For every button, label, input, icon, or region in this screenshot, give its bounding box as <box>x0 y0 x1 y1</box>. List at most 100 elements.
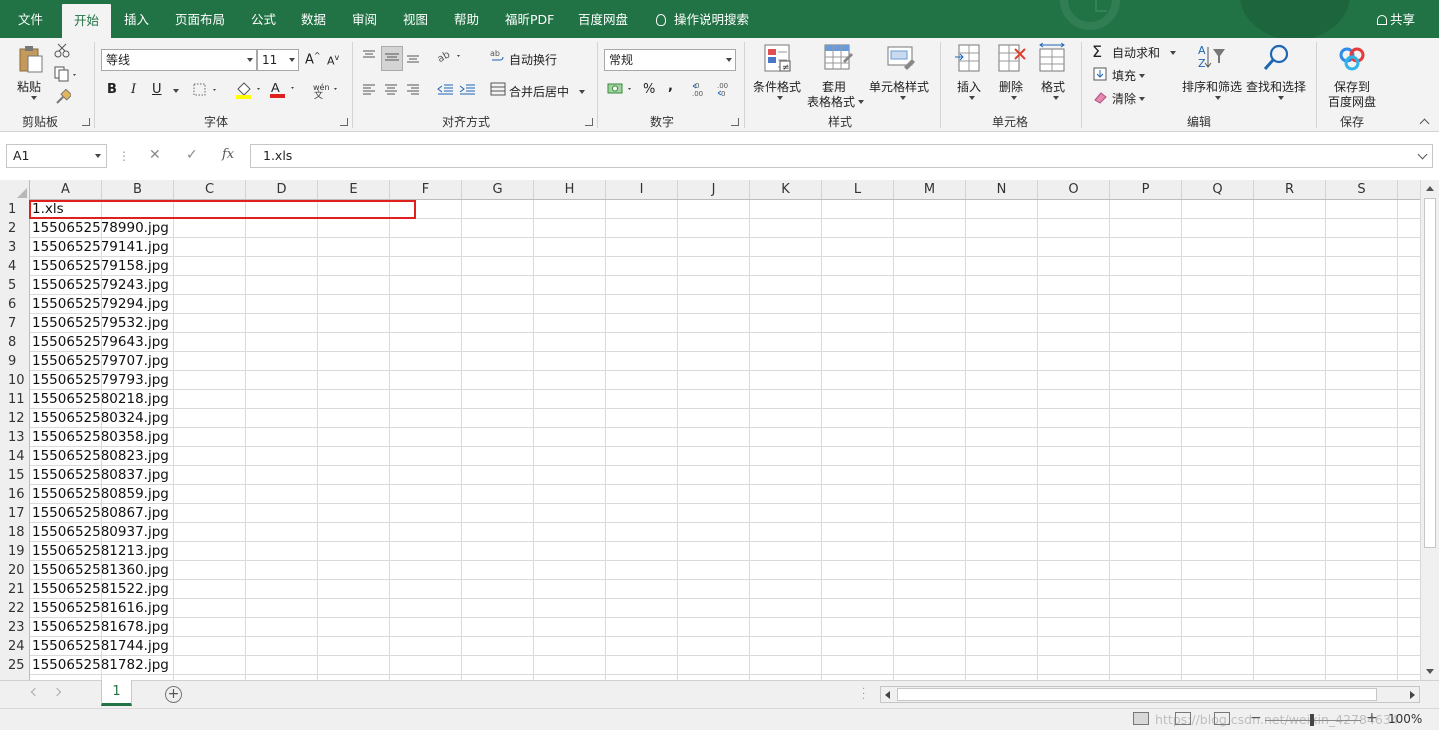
align-middle-icon[interactable] <box>381 46 403 71</box>
row-header[interactable]: 8 <box>0 333 30 352</box>
grow-font-button[interactable]: A^ <box>305 51 321 67</box>
clipboard-launcher-icon[interactable] <box>82 118 90 126</box>
column-header-p[interactable]: P <box>1110 180 1182 199</box>
row-header[interactable]: 5 <box>0 276 30 295</box>
column-header-b[interactable]: B <box>102 180 174 199</box>
conditional-format-button[interactable]: 条件格式 <box>753 78 801 95</box>
tab-review[interactable]: 审阅 <box>352 0 377 38</box>
row-header[interactable]: 23 <box>0 618 30 637</box>
insert-function-icon[interactable]: fx <box>222 147 234 162</box>
tab-view[interactable]: 视图 <box>403 0 428 38</box>
cell-styles-button[interactable]: 单元格样式 <box>869 78 929 95</box>
tab-file[interactable]: 文件 <box>18 0 43 38</box>
autosum-button[interactable]: 自动求和 <box>1112 44 1177 61</box>
align-bottom-icon[interactable] <box>405 48 421 67</box>
next-sheet-icon[interactable] <box>52 687 62 697</box>
vertical-scrollbar[interactable] <box>1420 180 1439 680</box>
row-header[interactable]: 1 <box>0 200 30 219</box>
bold-button[interactable]: B <box>107 82 117 97</box>
fill-color-icon[interactable] <box>235 81 265 102</box>
zoom-out-icon[interactable]: − <box>1250 710 1262 726</box>
name-box[interactable]: A1 <box>6 144 107 168</box>
font-launcher-icon[interactable] <box>340 118 348 126</box>
conditional-format-icon[interactable]: ≠ <box>763 43 793 73</box>
tab-help[interactable]: 帮助 <box>454 0 479 38</box>
borders-icon[interactable] <box>193 83 221 100</box>
tell-me-search[interactable]: 操作说明搜索 <box>656 0 749 38</box>
normal-view-icon[interactable] <box>1133 712 1149 725</box>
format-painter-icon[interactable] <box>55 88 73 108</box>
align-right-icon[interactable] <box>405 82 421 99</box>
column-header-k[interactable]: K <box>750 180 822 199</box>
underline-dropdown-icon[interactable] <box>173 89 179 93</box>
underline-button[interactable]: U <box>152 82 162 97</box>
delete-cells-button[interactable]: 删除 <box>999 78 1023 95</box>
column-header-h[interactable]: H <box>534 180 606 199</box>
increase-indent-icon[interactable] <box>458 82 476 99</box>
row-header[interactable]: 22 <box>0 599 30 618</box>
decrease-indent-icon[interactable] <box>436 82 454 99</box>
row-header[interactable]: 19 <box>0 542 30 561</box>
scroll-left-icon[interactable] <box>885 691 890 699</box>
fill-button[interactable]: 填充 <box>1112 67 1146 84</box>
horizontal-scrollbar[interactable] <box>880 686 1420 703</box>
insert-cells-icon[interactable] <box>955 43 985 72</box>
column-header-m[interactable]: M <box>894 180 966 199</box>
formula-bar-grip-icon[interactable]: ⋮ <box>118 148 130 164</box>
column-header-j[interactable]: J <box>678 180 750 199</box>
insert-cells-button[interactable]: 插入 <box>957 78 981 95</box>
orientation-icon[interactable]: ab <box>436 48 465 67</box>
align-top-icon[interactable] <box>361 48 377 67</box>
tab-page-layout[interactable]: 页面布局 <box>175 0 225 38</box>
number-launcher-icon[interactable] <box>731 118 739 126</box>
phonetic-guide-icon[interactable]: wén 文 <box>312 81 342 102</box>
row-header[interactable]: 24 <box>0 637 30 656</box>
clear-button[interactable]: 清除 <box>1112 90 1146 107</box>
tab-baidu-netdisk[interactable]: 百度网盘 <box>578 0 628 38</box>
row-header[interactable]: 12 <box>0 409 30 428</box>
prev-sheet-icon[interactable] <box>30 687 40 697</box>
share-button[interactable]: 共享 <box>1376 0 1415 38</box>
horizontal-scroll-thumb[interactable] <box>897 688 1377 701</box>
column-header-c[interactable]: C <box>174 180 246 199</box>
column-header-q[interactable]: Q <box>1182 180 1254 199</box>
row-header[interactable]: 17 <box>0 504 30 523</box>
copy-icon[interactable] <box>54 66 78 85</box>
formula-input[interactable]: 1.xls <box>250 144 1433 168</box>
column-header-o[interactable]: O <box>1038 180 1110 199</box>
row-header[interactable]: 9 <box>0 352 30 371</box>
row-header[interactable]: 14 <box>0 447 30 466</box>
fill-icon[interactable] <box>1093 67 1107 84</box>
column-header-g[interactable]: G <box>462 180 534 199</box>
row-header[interactable]: 10 <box>0 371 30 390</box>
column-header-r[interactable]: R <box>1254 180 1326 199</box>
delete-cells-icon[interactable] <box>997 43 1027 72</box>
format-cells-button[interactable]: 格式 <box>1041 78 1065 95</box>
vertical-scroll-thumb[interactable] <box>1424 198 1436 548</box>
sheet-tab-1[interactable]: 1 <box>101 680 132 706</box>
column-header-s[interactable]: S <box>1326 180 1398 199</box>
row-header[interactable]: 15 <box>0 466 30 485</box>
find-select-button[interactable]: 查找和选择 <box>1246 78 1306 95</box>
row-header[interactable]: 4 <box>0 257 30 276</box>
zoom-slider-thumb[interactable] <box>1310 714 1314 726</box>
autosum-icon[interactable]: Σ <box>1092 42 1102 61</box>
merge-center-icon[interactable] <box>490 82 506 99</box>
column-header-l[interactable]: L <box>822 180 894 199</box>
paste-button[interactable]: 粘贴 <box>17 78 41 95</box>
column-header-d[interactable]: D <box>246 180 318 199</box>
column-header-i[interactable]: I <box>606 180 678 199</box>
row-header[interactable]: 2 <box>0 219 30 238</box>
row-header[interactable]: 16 <box>0 485 30 504</box>
format-as-table-button-line2[interactable]: 表格格式 <box>807 93 865 110</box>
row-header[interactable]: 7 <box>0 314 30 333</box>
row-header[interactable]: 11 <box>0 390 30 409</box>
increase-decimal-icon[interactable]: 0.00 <box>692 81 710 100</box>
scroll-right-icon[interactable] <box>1410 691 1415 699</box>
scroll-down-icon[interactable] <box>1426 669 1434 674</box>
baidu-netdisk-icon[interactable] <box>1337 43 1367 71</box>
tab-data[interactable]: 数据 <box>301 0 326 38</box>
tab-insert[interactable]: 插入 <box>124 0 149 38</box>
row-header[interactable]: 13 <box>0 428 30 447</box>
format-cells-icon[interactable] <box>1038 42 1068 72</box>
